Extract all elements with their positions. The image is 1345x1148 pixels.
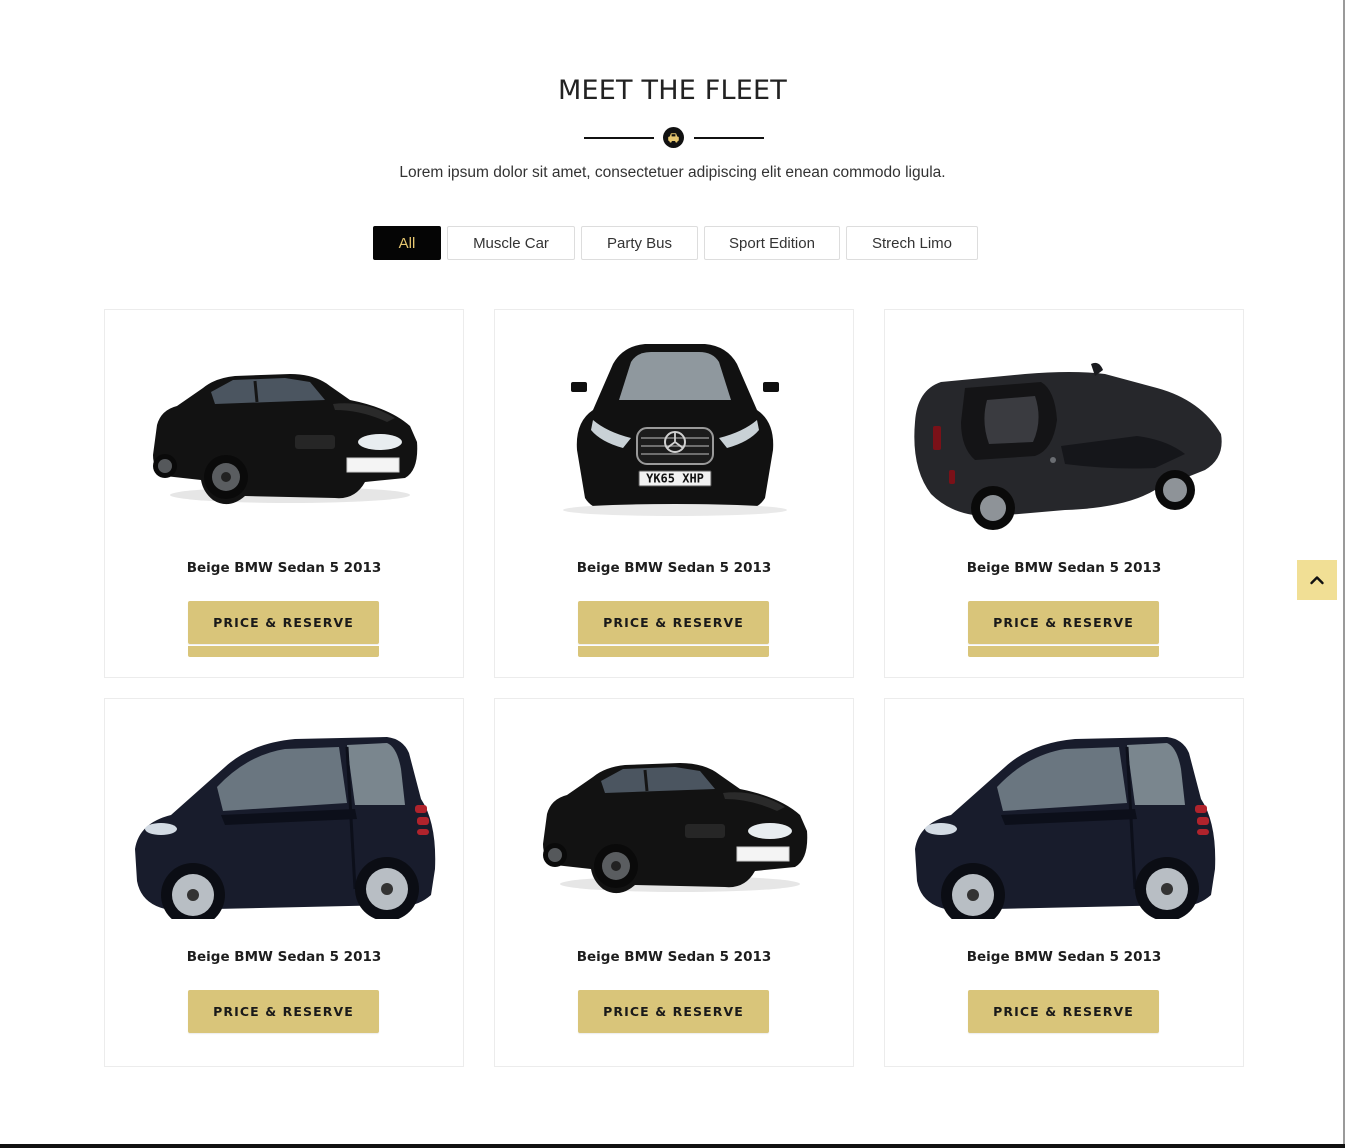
fleet-card: Beige BMW Sedan 5 2013 PRICE & RESERVE	[884, 698, 1244, 1067]
button-strip	[968, 646, 1159, 657]
car-name: Beige BMW Sedan 5 2013	[186, 560, 382, 576]
car-name: Beige BMW Sedan 5 2013	[576, 560, 772, 576]
price-reserve-button[interactable]: PRICE & RESERVE	[578, 990, 769, 1033]
car-name: Beige BMW Sedan 5 2013	[966, 560, 1162, 576]
back-to-top-button[interactable]	[1297, 560, 1337, 600]
fleet-card: YK65 XHP Beige BMW Sedan 5 2013 PRICE & …	[494, 309, 854, 678]
city-car-icon	[125, 719, 445, 927]
sports-car-top-icon	[905, 330, 1225, 530]
price-reserve-button[interactable]: PRICE & RESERVE	[968, 990, 1159, 1033]
fleet-card: Beige BMW Sedan 5 2013 PRICE & RESERVE	[104, 309, 464, 678]
city-car-icon	[905, 719, 1225, 927]
button-strip	[578, 646, 769, 657]
price-reserve-button[interactable]: PRICE & RESERVE	[188, 601, 379, 644]
car-name: Beige BMW Sedan 5 2013	[576, 949, 772, 965]
sedan-front-icon: YK65 XHP	[515, 330, 835, 530]
title-divider	[584, 126, 764, 148]
filter-tab-strech-limo[interactable]: Strech Limo	[846, 226, 978, 260]
car-name: Beige BMW Sedan 5 2013	[186, 949, 382, 965]
car-name: Beige BMW Sedan 5 2013	[966, 949, 1162, 965]
filter-tabs: All Muscle Car Party Bus Sport Edition S…	[373, 226, 978, 260]
section-title: MEET THE FLEET	[558, 75, 787, 106]
sedan-side-icon	[125, 330, 445, 530]
button-strip	[188, 646, 379, 657]
fleet-card: Beige BMW Sedan 5 2013 PRICE & RESERVE	[884, 309, 1244, 678]
chevron-up-icon	[1310, 576, 1324, 585]
divider-line-right	[694, 137, 764, 139]
section-subtitle: Lorem ipsum dolor sit amet, consectetuer…	[399, 164, 946, 181]
price-reserve-button[interactable]: PRICE & RESERVE	[188, 990, 379, 1033]
filter-tab-party-bus[interactable]: Party Bus	[581, 226, 698, 260]
sedan-side-icon	[515, 719, 835, 919]
price-reserve-button[interactable]: PRICE & RESERVE	[968, 601, 1159, 644]
license-plate: YK65 XHP	[646, 472, 704, 486]
fleet-card: Beige BMW Sedan 5 2013 PRICE & RESERVE	[104, 698, 464, 1067]
price-reserve-button[interactable]: PRICE & RESERVE	[578, 601, 769, 644]
filter-tab-muscle-car[interactable]: Muscle Car	[447, 226, 575, 260]
fleet-card: Beige BMW Sedan 5 2013 PRICE & RESERVE	[494, 698, 854, 1067]
divider-line-left	[584, 137, 654, 139]
car-badge-icon	[663, 127, 684, 148]
filter-tab-all[interactable]: All	[373, 226, 441, 260]
footer-edge	[0, 1144, 1345, 1148]
filter-tab-sport-edition[interactable]: Sport Edition	[704, 226, 840, 260]
